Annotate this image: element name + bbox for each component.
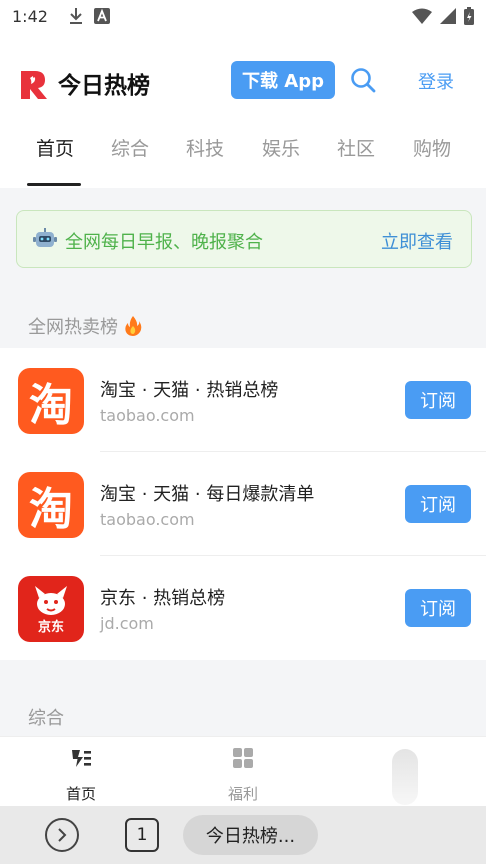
active-tab-indicator — [27, 183, 81, 186]
list-item-title: 淘宝 · 天猫 · 热销总榜 — [100, 380, 279, 401]
download-app-button[interactable]: 下载 App — [231, 61, 335, 99]
fire-icon — [125, 316, 142, 336]
tab-tech[interactable]: 科技 — [186, 134, 224, 161]
signal-icon — [440, 8, 456, 24]
battery-icon — [464, 7, 474, 25]
browser-toolbar: 1 今日热榜... — [0, 806, 486, 864]
taobao-icon-glyph: 淘 — [29, 380, 73, 431]
jd-icon-text: 京东 — [37, 619, 64, 635]
jd-dog-icon — [35, 585, 67, 615]
tab-count-button[interactable]: 1 — [125, 818, 159, 852]
list-item[interactable]: 淘 淘宝 · 天猫 · 热销总榜 taobao.com 订阅 — [0, 348, 486, 452]
taobao-app-icon: 淘 — [18, 368, 84, 434]
tab-home[interactable]: 首页 — [36, 134, 74, 161]
section-title-text: 全网热卖榜 — [28, 317, 118, 338]
tab-entertainment[interactable]: 娱乐 — [262, 134, 300, 161]
category-tabs: 首页 综合 科技 娱乐 社区 购物 — [0, 118, 486, 188]
bottom-nav: 首页 福利 — [0, 736, 486, 806]
list-item-title: 淘宝 · 天猫 · 每日爆款清单 — [100, 484, 315, 505]
login-link[interactable]: 登录 — [418, 68, 454, 94]
daily-digest-banner[interactable]: 全网每日早报、晚报聚合 立即查看 — [16, 210, 472, 268]
nav-label-welfare: 福利 — [227, 785, 258, 803]
chevron-right-icon — [58, 828, 67, 842]
section-title-general: 综合 — [28, 708, 64, 729]
search-icon[interactable] — [350, 67, 376, 93]
list-item-domain: jd.com — [100, 614, 154, 633]
banner-view-now-link[interactable]: 立即查看 — [381, 228, 453, 254]
tab-shopping[interactable]: 购物 — [413, 134, 451, 161]
nav-item-welfare[interactable]: 福利 — [203, 747, 283, 804]
taobao-icon-glyph: 淘 — [29, 484, 73, 535]
list-item-title: 京东 · 热销总榜 — [100, 588, 226, 609]
list-item-domain: taobao.com — [100, 406, 195, 425]
subscribe-button[interactable]: 订阅 — [405, 485, 471, 523]
forward-button[interactable] — [45, 818, 79, 852]
jd-app-icon: 京东 — [18, 576, 84, 642]
grid-icon — [233, 748, 253, 768]
brand-name: 今日热榜 — [58, 73, 150, 99]
list-item[interactable]: 淘 淘宝 · 天猫 · 每日爆款清单 taobao.com 订阅 — [0, 452, 486, 556]
robot-icon — [33, 228, 57, 247]
tab-general[interactable]: 综合 — [111, 134, 149, 161]
status-bar: 1:42 — [0, 0, 486, 32]
wifi-icon — [412, 8, 432, 24]
tab-community[interactable]: 社区 — [337, 134, 375, 161]
hot-sales-list: 淘 淘宝 · 天猫 · 热销总榜 taobao.com 订阅 淘 淘宝 · 天猫… — [0, 348, 486, 660]
floating-placeholder — [392, 749, 418, 805]
app-header: 今日热榜 下载 App 登录 — [0, 32, 486, 128]
download-icon — [69, 8, 82, 24]
logo-icon[interactable] — [18, 68, 50, 100]
nav-item-home[interactable]: 首页 — [41, 747, 121, 804]
status-time: 1:42 — [12, 6, 48, 26]
banner-text: 全网每日早报、晚报聚合 — [65, 232, 263, 253]
taobao-app-icon: 淘 — [18, 472, 84, 538]
subscribe-button[interactable]: 订阅 — [405, 381, 471, 419]
list-item-domain: taobao.com — [100, 510, 195, 529]
subscribe-button[interactable]: 订阅 — [405, 589, 471, 627]
page-title-chip[interactable]: 今日热榜... — [183, 815, 318, 855]
a-badge-icon — [93, 8, 110, 24]
home-bolt-icon — [72, 750, 91, 767]
list-item[interactable]: 京东 京东 · 热销总榜 jd.com 订阅 — [0, 556, 486, 660]
section-title-hot-sales: 全网热卖榜 — [28, 313, 142, 339]
nav-label-home: 首页 — [65, 785, 96, 803]
